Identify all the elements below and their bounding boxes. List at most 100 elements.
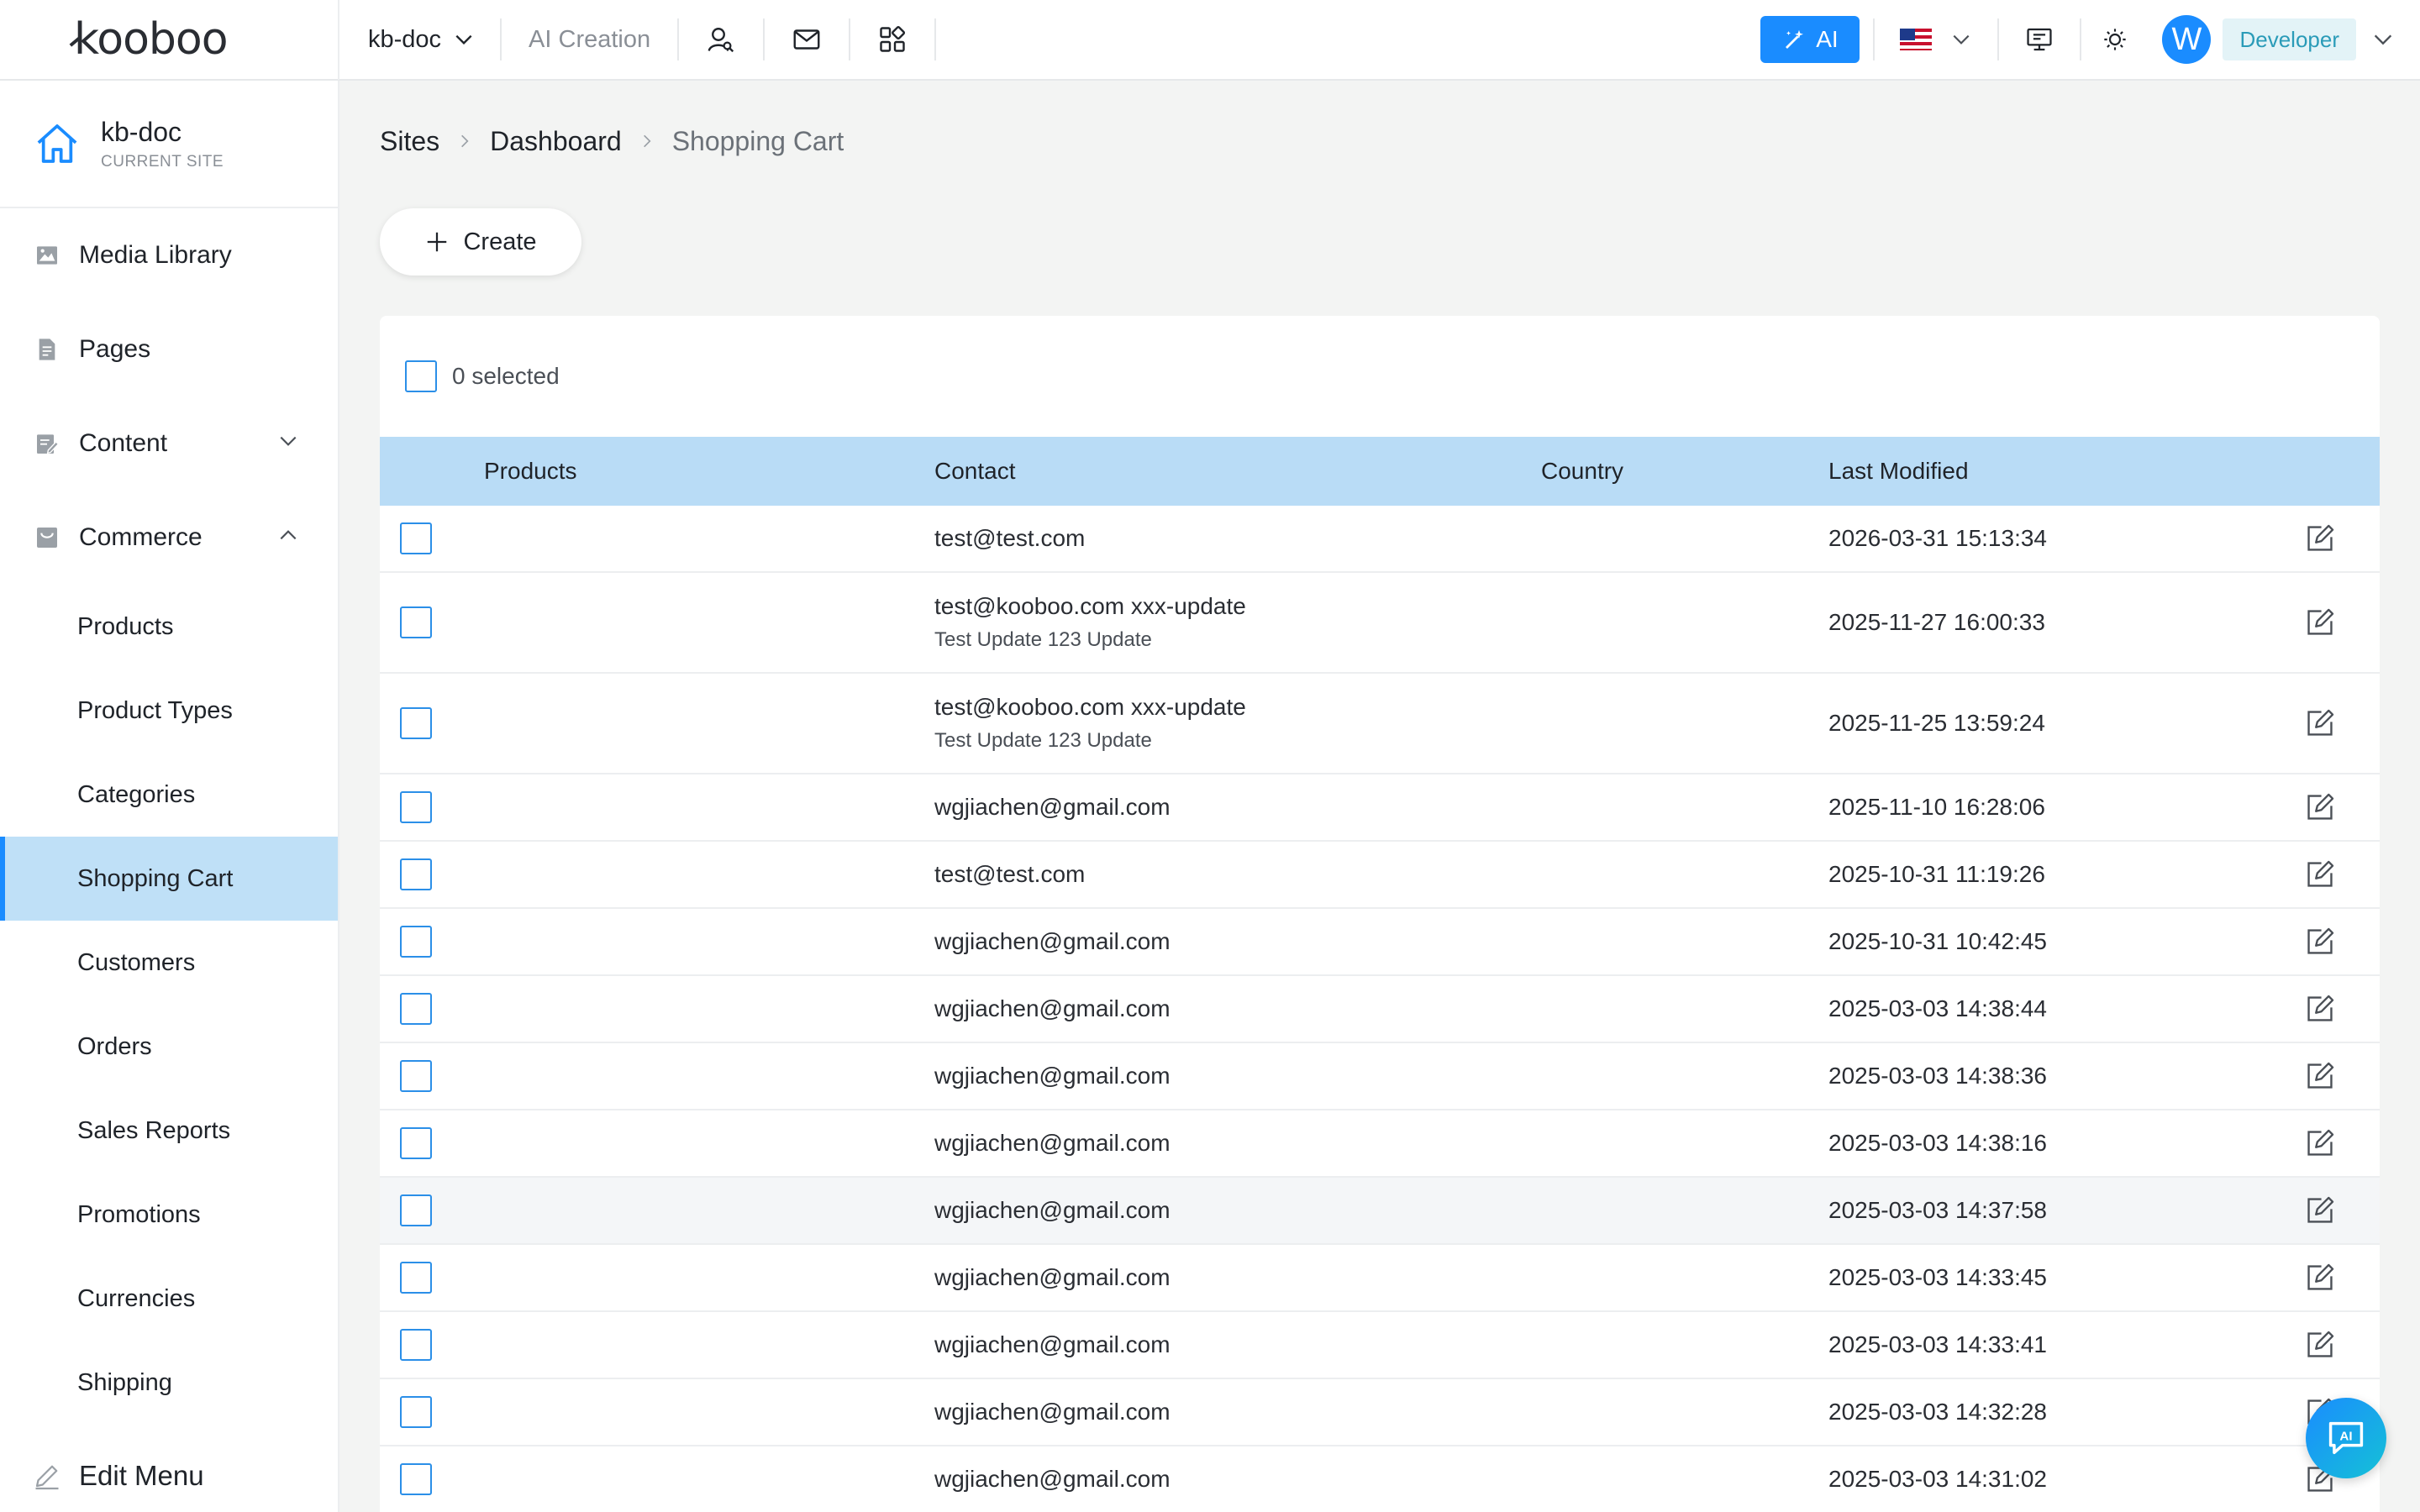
cell-last-modified: 2025-11-10 16:28:06: [1828, 794, 2045, 820]
breadcrumb-sites[interactable]: Sites: [380, 126, 439, 157]
column-header-last-modified[interactable]: Last Modified: [1828, 458, 2304, 485]
ai-creation-link[interactable]: AI Creation: [500, 18, 680, 60]
row-checkbox[interactable]: [400, 1194, 432, 1226]
table-row[interactable]: wgjiachen@gmail.com 2025-03-03 14:37:58: [380, 1178, 2380, 1245]
table-row[interactable]: wgjiachen@gmail.com 2025-11-10 16:28:06: [380, 774, 2380, 842]
account-menu-toggle[interactable]: [2371, 28, 2395, 51]
table-row[interactable]: wgjiachen@gmail.com 2025-03-03 14:33:41: [380, 1312, 2380, 1379]
sidebar-item-pages[interactable]: Pages: [0, 302, 338, 396]
edit-icon[interactable]: [2304, 522, 2336, 554]
row-checkbox-cell: [380, 926, 484, 958]
contact-email: wgjiachen@gmail.com: [934, 1130, 1171, 1156]
edit-icon[interactable]: [2304, 1127, 2336, 1159]
select-all-checkbox[interactable]: [405, 360, 437, 392]
row-checkbox[interactable]: [400, 1463, 432, 1495]
sidebar-item-content[interactable]: Content: [0, 396, 338, 491]
edit-icon[interactable]: [2304, 791, 2336, 823]
sidebar-item-label: Customers: [77, 948, 196, 976]
row-edit-cell: [2304, 926, 2380, 958]
table-row[interactable]: wgjiachen@gmail.com 2025-03-03 14:38:44: [380, 976, 2380, 1043]
table-row[interactable]: wgjiachen@gmail.com 2025-03-03 14:38:36: [380, 1043, 2380, 1110]
edit-icon[interactable]: [2304, 606, 2336, 638]
sidebar-item-orders[interactable]: Orders: [0, 1005, 338, 1089]
kooboo-logo[interactable]: kooboo: [0, 0, 339, 80]
table-row[interactable]: wgjiachen@gmail.com 2025-03-03 14:38:16: [380, 1110, 2380, 1178]
edit-icon[interactable]: [2304, 926, 2336, 958]
avatar-letter: W: [2171, 21, 2202, 57]
sidebar-item-categories[interactable]: Categories: [0, 753, 338, 837]
selection-bar: 0 selected: [380, 316, 2380, 437]
create-button-label: Create: [463, 228, 537, 255]
column-header-contact[interactable]: Contact: [934, 458, 1541, 485]
cell-contact: wgjiachen@gmail.com: [934, 1331, 1541, 1358]
cell-contact: test@test.com: [934, 525, 1541, 552]
sidebar-item-label: Products: [77, 612, 174, 640]
column-header-country[interactable]: Country: [1541, 458, 1828, 485]
row-checkbox[interactable]: [400, 993, 432, 1025]
mail-button[interactable]: [765, 18, 851, 60]
sidebar-item-customers[interactable]: Customers: [0, 921, 338, 1005]
sidebar-item-products[interactable]: Products: [0, 585, 338, 669]
contact-email: test@kooboo.com xxx-update: [934, 593, 1246, 619]
ai-button[interactable]: AI: [1760, 16, 1860, 63]
sidebar-item-shopping-cart[interactable]: Shopping Cart: [0, 837, 338, 921]
avatar[interactable]: W: [2162, 15, 2212, 64]
sidebar-item-currencies[interactable]: Currencies: [0, 1257, 338, 1341]
edit-icon[interactable]: [2304, 858, 2336, 890]
sidebar-item-product-types[interactable]: Product Types: [0, 669, 338, 753]
edit-icon[interactable]: [2304, 1060, 2336, 1092]
create-button[interactable]: Create: [380, 208, 581, 276]
cell-last-modified: 2025-03-03 14:38:36: [1828, 1063, 2047, 1089]
ai-creation-label: AI Creation: [529, 25, 651, 53]
row-checkbox[interactable]: [400, 606, 432, 638]
role-badge[interactable]: Developer: [2223, 18, 2356, 60]
contact-email: wgjiachen@gmail.com: [934, 928, 1171, 954]
table-row[interactable]: test@test.com 2026-03-31 15:13:34: [380, 506, 2380, 573]
row-checkbox-cell: [380, 1194, 484, 1226]
table-row[interactable]: test@kooboo.com xxx-update Test Update 12…: [380, 674, 2380, 774]
theme-toggle-button[interactable]: [2081, 18, 2149, 60]
row-checkbox[interactable]: [400, 1262, 432, 1294]
table-header: Products Contact Country Last Modified: [380, 437, 2380, 506]
sidebar-item-sales-reports[interactable]: Sales Reports: [0, 1089, 338, 1173]
language-selector[interactable]: [1873, 18, 2000, 60]
ai-chat-button[interactable]: AI: [2306, 1398, 2386, 1478]
table-row[interactable]: wgjiachen@gmail.com 2025-03-03 14:31:02: [380, 1446, 2380, 1512]
row-checkbox[interactable]: [400, 1127, 432, 1159]
row-checkbox-cell: [380, 606, 484, 638]
cell-contact: test@test.com: [934, 861, 1541, 888]
row-checkbox[interactable]: [400, 791, 432, 823]
edit-icon[interactable]: [2304, 1329, 2336, 1361]
sidebar-item-promotions[interactable]: Promotions: [0, 1173, 338, 1257]
row-checkbox[interactable]: [400, 926, 432, 958]
sidebar-item-media-library[interactable]: Media Library: [0, 208, 338, 302]
apps-button[interactable]: [850, 18, 937, 60]
edit-icon[interactable]: [2304, 1194, 2336, 1226]
row-checkbox[interactable]: [400, 707, 432, 739]
edit-icon[interactable]: [2304, 707, 2336, 739]
row-checkbox[interactable]: [400, 522, 432, 554]
row-edit-cell: [2304, 791, 2380, 823]
column-header-products[interactable]: Products: [484, 458, 934, 485]
user-search-button[interactable]: [679, 18, 765, 60]
edit-menu-button[interactable]: Edit Menu: [0, 1438, 204, 1512]
edit-icon[interactable]: [2304, 1262, 2336, 1294]
edit-icon[interactable]: [2304, 993, 2336, 1025]
site-selector[interactable]: kb-doc: [339, 0, 500, 80]
table-row[interactable]: wgjiachen@gmail.com 2025-03-03 14:32:28: [380, 1379, 2380, 1446]
breadcrumb-dashboard[interactable]: Dashboard: [490, 126, 622, 157]
table-row[interactable]: test@kooboo.com xxx-update Test Update 12…: [380, 573, 2380, 674]
table-row[interactable]: test@test.com 2025-10-31 11:19:26: [380, 842, 2380, 909]
sidebar-item-commerce[interactable]: Commerce: [0, 491, 338, 585]
sidebar-item-shipping[interactable]: Shipping: [0, 1341, 338, 1425]
cell-last-modified: 2025-03-03 14:31:02: [1828, 1466, 2047, 1492]
current-site[interactable]: kb-doc CURRENT SITE: [0, 81, 338, 208]
row-checkbox[interactable]: [400, 1329, 432, 1361]
row-checkbox[interactable]: [400, 1060, 432, 1092]
monitor-button[interactable]: [1999, 18, 2082, 60]
row-checkbox[interactable]: [400, 858, 432, 890]
row-checkbox[interactable]: [400, 1396, 432, 1428]
table-row[interactable]: wgjiachen@gmail.com 2025-10-31 10:42:45: [380, 909, 2380, 976]
table-row[interactable]: wgjiachen@gmail.com 2025-03-03 14:33:45: [380, 1245, 2380, 1312]
row-checkbox-cell: [380, 1127, 484, 1159]
